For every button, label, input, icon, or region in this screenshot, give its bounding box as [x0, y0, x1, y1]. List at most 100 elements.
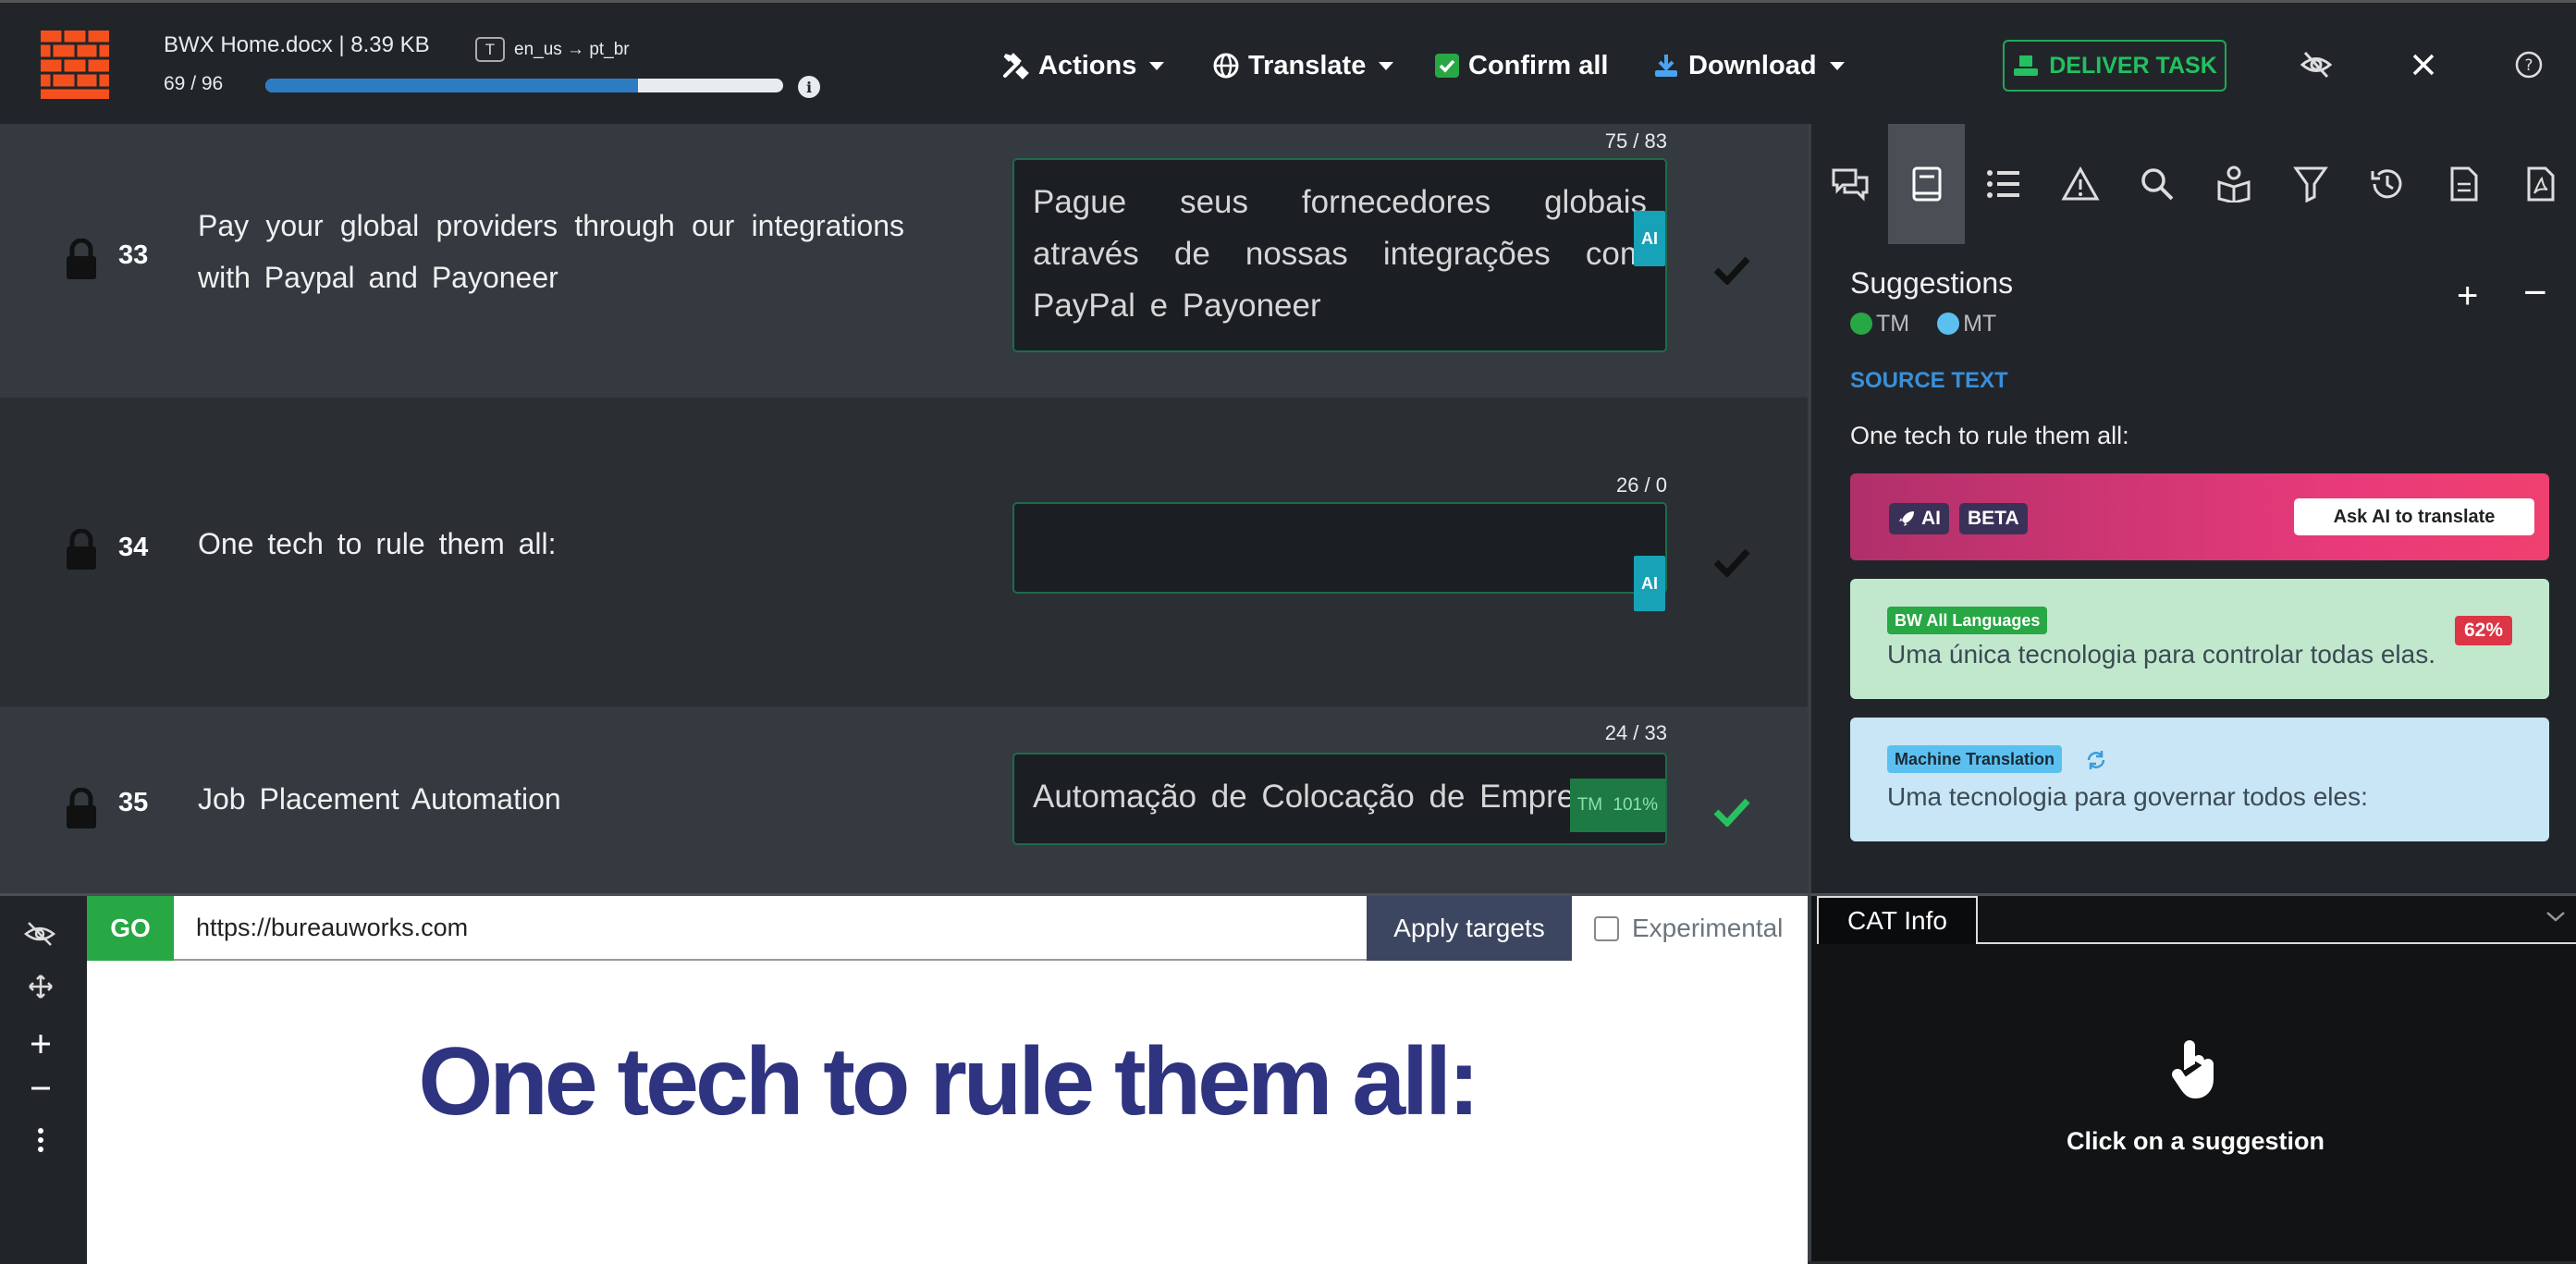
tab-warnings[interactable] — [2042, 124, 2118, 244]
confirmed-check-icon[interactable] — [1712, 797, 1751, 827]
ai-pill: AI — [1889, 503, 1949, 534]
legend-tm: TM — [1850, 311, 1909, 337]
progress-bar-fill — [265, 79, 639, 92]
translate-menu[interactable]: Translate — [1213, 47, 1394, 84]
segment-row[interactable]: 35 Job Placement Automation 24 / 33 Auto… — [0, 703, 1808, 893]
ai-suggestion-card: AI BETA Ask AI to translate — [1850, 473, 2549, 560]
file-title: BWX Home.docx | 8.39 KB — [164, 32, 430, 57]
tm-dot-icon — [1850, 313, 1872, 335]
more-options-icon[interactable] — [35, 1127, 46, 1153]
collapse-button[interactable]: − — [2523, 270, 2547, 316]
deliver-task-label: DELIVER TASK — [2049, 52, 2217, 79]
deliver-task-button[interactable]: DELIVER TASK — [2003, 40, 2226, 92]
delivery-icon — [2014, 55, 2039, 76]
text-type-icon: T — [475, 37, 505, 62]
segment-target-editor[interactable]: Pague seus fornecedores globais através … — [1012, 158, 1667, 352]
ask-ai-button[interactable]: Ask AI to translate — [2294, 498, 2534, 535]
document-icon — [2450, 166, 2477, 202]
experimental-checkbox[interactable] — [1594, 915, 1619, 941]
segment-row[interactable]: 33 Pay your global providers through our… — [0, 124, 1808, 398]
refresh-icon[interactable] — [2085, 749, 2107, 771]
segment-target-editor[interactable]: Automação de Colocação de Emprego TM 101… — [1012, 753, 1667, 845]
lock-icon — [67, 529, 96, 570]
zoom-in-icon[interactable] — [30, 1033, 52, 1055]
segment-number: 33 — [118, 240, 149, 270]
info-icon[interactable]: i — [798, 76, 820, 98]
source-text: One tech to rule them all: — [1850, 422, 2129, 449]
tab-document[interactable] — [2425, 124, 2502, 244]
tm-source-tag: BW All Languages — [1887, 607, 2048, 634]
tm-suggestion-card[interactable]: BW All Languages Uma única tecnologia pa… — [1850, 579, 2549, 699]
confirm-check-icon[interactable] — [1712, 255, 1751, 285]
list-icon — [1986, 170, 2019, 198]
top-bar: BWX Home.docx | 8.39 KB T en_us → pt_br … — [0, 0, 2576, 124]
globe-icon — [1213, 53, 1239, 79]
move-icon[interactable] — [28, 974, 54, 1000]
hand-pointer-icon — [2172, 1040, 2214, 1099]
experimental-toggle[interactable]: Experimental — [1572, 896, 1808, 961]
checkbox-checked-icon — [1435, 54, 1459, 78]
tm-match-badge: TM 101% — [1569, 779, 1665, 832]
segment-target-editor[interactable]: AI — [1012, 502, 1667, 611]
lock-icon — [67, 239, 96, 279]
tab-cat-info[interactable]: CAT Info — [1817, 896, 1978, 944]
char-counter: 26 / 0 — [1615, 473, 1667, 497]
suggestions-title: Suggestions — [1850, 266, 2014, 300]
history-icon — [2371, 169, 2401, 199]
tab-pdf[interactable] — [2502, 124, 2576, 244]
mt-suggestion-card[interactable]: Machine Translation Uma tecnologia para … — [1850, 718, 2549, 841]
zoom-out-icon[interactable] — [30, 1077, 52, 1099]
tab-comments[interactable] — [1811, 124, 1888, 244]
language-pair: T en_us → pt_br — [475, 37, 630, 62]
experimental-label: Experimental — [1632, 914, 1784, 942]
tab-search[interactable] — [2118, 124, 2195, 244]
beta-pill: BETA — [1959, 503, 2028, 534]
bwx-logo-icon[interactable] — [41, 31, 109, 99]
legend-mt-label: MT — [1963, 311, 1997, 337]
tab-references[interactable] — [2195, 124, 2272, 244]
web-preview: One tech to rule them all: — [87, 961, 1808, 1264]
preview-pane: GO Apply targets Experimental One tech t… — [0, 893, 1808, 1264]
eye-slash-icon[interactable] — [24, 920, 55, 948]
warning-icon — [2060, 166, 2100, 201]
segment-source: Job Placement Automation — [198, 782, 561, 816]
confirm-all-button[interactable]: Confirm all — [1435, 47, 1608, 84]
close-icon[interactable] — [2411, 53, 2435, 77]
segment-number: 35 — [118, 788, 149, 817]
progress-bar — [265, 79, 783, 92]
match-percent-badge: 62% — [2454, 616, 2512, 645]
download-icon — [1655, 55, 1677, 77]
expand-button[interactable]: + — [2457, 276, 2478, 317]
mt-dot-icon — [1937, 313, 1960, 335]
confirm-check-icon[interactable] — [1712, 547, 1751, 577]
language-pair-label: en_us → pt_br — [514, 39, 630, 59]
apply-targets-button[interactable]: Apply targets — [1367, 896, 1572, 961]
source-text-label: SOURCE TEXT — [1850, 368, 2008, 393]
ai-badge: AI — [1634, 211, 1665, 266]
pdf-file-icon — [2527, 166, 2554, 202]
segment-source: Pay your global providers through our in… — [198, 209, 904, 294]
preview-heading: One tech to rule them all: — [418, 1028, 1479, 1135]
tm-suggestion-text: Uma única tecnologia para controlar toda… — [1887, 640, 2436, 669]
tab-history[interactable] — [2349, 124, 2425, 244]
progress-count: 69 / 96 — [164, 73, 224, 94]
tab-glossary[interactable] — [1888, 124, 1965, 244]
download-label: Download — [1688, 50, 1817, 80]
eye-slash-icon[interactable] — [2300, 49, 2332, 80]
actions-menu[interactable]: Actions — [1001, 47, 1165, 84]
char-counter: 75 / 83 — [1604, 129, 1667, 153]
chevron-down-icon[interactable] — [2545, 909, 2567, 924]
caret-down-icon — [1379, 61, 1394, 70]
tab-filter[interactable] — [2272, 124, 2349, 244]
legend-mt: MT — [1937, 311, 1996, 337]
segment-list: 33 Pay your global providers through our… — [0, 124, 1808, 893]
help-icon[interactable]: ? — [2515, 51, 2543, 79]
tab-list[interactable] — [1965, 124, 2042, 244]
lock-icon — [67, 788, 96, 828]
go-button[interactable]: GO — [87, 896, 174, 961]
url-input[interactable] — [174, 896, 1367, 961]
legend-tm-label: TM — [1876, 311, 1910, 337]
actions-label: Actions — [1038, 50, 1137, 80]
cat-info-pane: CAT Info Click on a suggestion — [1808, 893, 2576, 1261]
download-menu[interactable]: Download — [1653, 47, 1845, 84]
